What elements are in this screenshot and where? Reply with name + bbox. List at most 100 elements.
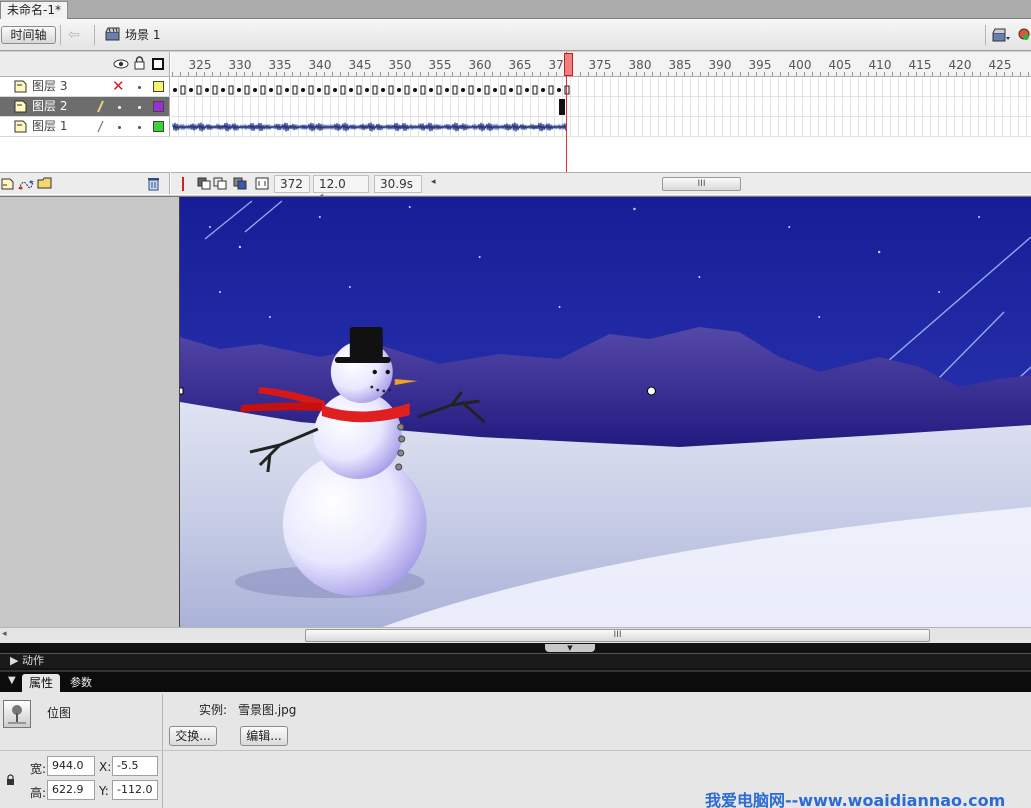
keyframe [365,88,369,92]
onion-skin-icon[interactable] [197,177,211,190]
onion-skin-outlines-icon[interactable] [213,177,227,190]
keyframe [317,88,321,92]
ruler-number: 385 [668,58,692,72]
layer-name[interactable]: 图层 2 [32,98,67,115]
eye-icon[interactable] [113,58,129,70]
ruler-number: 365 [508,58,532,72]
back-arrow-icon[interactable]: ⇦ [65,26,83,44]
ruler-tick [308,72,309,76]
ruler-number: 350 [388,58,412,72]
swap-button[interactable]: 交换... [169,726,217,746]
ruler-tick [420,72,421,76]
ruler-tick [364,72,365,76]
center-frame-icon[interactable] [179,176,187,192]
ruler-tick [580,72,581,76]
keyframe [381,88,385,92]
hidden-x-icon[interactable]: ✕ [112,77,125,95]
document-tab[interactable]: 未命名-1* [0,1,68,19]
ruler-tick [852,72,853,76]
ruler-tick [332,72,333,76]
collapse-panels-handle[interactable]: ▼ [545,644,595,652]
keyframe [221,88,225,92]
ruler-tick [412,72,413,76]
layer-row[interactable]: 图层 3 ✕ [0,77,170,97]
stage-scrollbar-thumb[interactable]: III [305,629,930,642]
tab-parameters[interactable]: 参数 [70,676,92,690]
blank-keyframe [356,85,362,95]
stage-horizontal-scrollbar[interactable]: ◂ III [0,627,1031,643]
layer-color-swatch[interactable] [153,121,164,132]
ruler-tick [956,72,957,76]
insert-folder-icon[interactable] [37,176,53,190]
ruler-tick [260,72,261,76]
ruler-tick [508,72,509,76]
edit-multiple-frames-icon[interactable] [233,177,247,190]
scroll-left-icon[interactable]: ◂ [431,177,436,187]
pencil-icon [97,120,104,133]
ruler-tick [900,72,901,76]
ruler-tick [452,72,453,76]
ruler-tick [172,72,173,76]
blank-keyframe [372,85,378,95]
add-motion-guide-icon[interactable] [17,177,35,191]
layer-color-swatch[interactable] [153,101,164,112]
layer-color-swatch[interactable] [153,81,164,92]
edit-symbol-icon[interactable] [1017,26,1031,44]
ruler-tick [708,72,709,76]
frame-row-layer-3[interactable] [171,77,1031,97]
timeline-scrollbar-thumb[interactable]: III [662,177,741,191]
ruler-tick [236,72,237,76]
frame-row-layer-1[interactable] [171,117,1031,137]
y-field[interactable]: -112.0 [112,780,158,800]
collapse-arrow-icon[interactable]: ▼ [8,675,16,686]
delete-layer-icon[interactable] [147,176,160,191]
actions-panel-title[interactable]: ▶ 动作 [0,653,1031,668]
ruler-tick [820,72,821,76]
x-field[interactable]: -5.5 [112,756,158,776]
ruler-tick [812,72,813,76]
ruler-tick [548,72,549,76]
outline-icon[interactable] [152,58,164,70]
ruler-tick [940,72,941,76]
ruler-number: 390 [708,58,732,72]
selected-frame[interactable] [559,99,565,115]
layer-icon [14,80,27,93]
ruler-tick [516,72,517,76]
height-field[interactable]: 622.9 [47,780,95,800]
layer-row[interactable]: 图层 2 [0,97,170,117]
visibility-dot[interactable] [118,126,121,129]
lock-dot[interactable] [138,86,141,89]
lock-dot[interactable] [138,106,141,109]
ruler-tick [748,72,749,76]
frame-grid[interactable] [171,77,1031,172]
layer-name[interactable]: 图层 3 [32,78,67,95]
layer-name[interactable]: 图层 1 [32,118,67,135]
frame-ruler[interactable]: 325 330 335 340 345 350 355 360 365 370 375 380 385 3… [171,52,1031,77]
timeline-toggle-button[interactable]: 时间轴 [1,26,56,44]
frame-rate-field[interactable]: 12.0 fps [313,175,369,207]
panel-divider-h [0,750,1031,751]
scroll-left-icon[interactable]: ◂ [2,629,7,639]
ruler-tick [700,72,701,76]
lock-icon[interactable] [134,56,145,70]
y-label: Y: [99,784,109,798]
insert-layer-icon[interactable] [1,177,15,191]
ruler-tick [324,72,325,76]
lock-dot[interactable] [138,126,141,129]
width-field[interactable]: 944.0 [47,756,95,776]
blank-keyframe [260,85,266,95]
layer-row[interactable]: 图层 1 [0,117,170,137]
ruler-tick [716,72,717,76]
constrain-lock-icon[interactable] [6,774,15,786]
modify-onion-markers-icon[interactable] [255,177,269,190]
edit-button[interactable]: 编辑... [240,726,288,746]
tab-properties[interactable]: 属性 [22,674,61,692]
edit-scene-icon[interactable] [992,27,1010,43]
frame-row-layer-2[interactable] [171,97,1031,117]
playhead-handle[interactable] [564,53,573,76]
scene-label[interactable]: 场景 1 [125,27,160,43]
visibility-dot[interactable] [118,106,121,109]
stage-canvas[interactable] [179,197,1031,628]
current-frame-field[interactable]: 372 [274,175,310,193]
ruler-tick [524,72,525,76]
